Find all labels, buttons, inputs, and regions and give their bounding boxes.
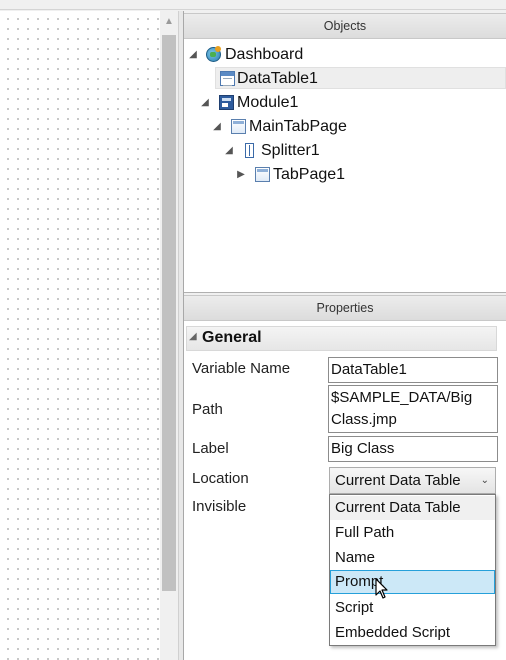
scroll-up-arrow-icon[interactable]: ▲ (160, 15, 178, 29)
tree-node-label: DataTable1 (237, 70, 318, 87)
top-strip (0, 0, 506, 10)
tree-node-datatable1[interactable]: DataTable1 (215, 67, 506, 89)
option-embedded-script[interactable]: Embedded Script (330, 621, 495, 645)
general-section-header[interactable]: ◢ General (186, 326, 497, 351)
location-selected-value: Current Data Table (335, 472, 461, 489)
location-dropdown-list: Current Data Table Full Path Name Prompt… (329, 494, 496, 646)
tree-node-label: Splitter1 (261, 142, 320, 159)
tree-node-label: Module1 (237, 94, 299, 111)
mouse-pointer-icon (375, 578, 388, 599)
expanded-triangle-icon[interactable]: ◢ (200, 92, 210, 114)
tree-node-maintabpage[interactable]: ◢ MainTabPage (212, 116, 412, 138)
tree-node-label: MainTabPage (249, 118, 347, 135)
tree-node-module1[interactable]: ◢ Module1 (200, 92, 400, 114)
path-label: Path (192, 401, 223, 418)
tree-node-tabpage1[interactable]: ▶ TabPage1 (236, 164, 436, 186)
tree-node-label: TabPage1 (273, 166, 346, 183)
variable-name-label: Variable Name (192, 360, 291, 377)
module-icon (219, 95, 234, 110)
option-current-data-table[interactable]: Current Data Table (330, 496, 495, 520)
expanded-triangle-icon[interactable]: ◢ (212, 116, 222, 138)
section-title: General (202, 329, 262, 346)
dashboard-icon (206, 46, 221, 62)
expanded-triangle-icon[interactable]: ◢ (189, 331, 197, 342)
datatable-icon (220, 71, 235, 86)
location-dropdown[interactable]: Current Data Table ⌄ (329, 467, 496, 494)
collapsed-triangle-icon[interactable]: ▶ (236, 164, 246, 186)
properties-panel-header: Properties (184, 295, 506, 321)
chevron-down-icon[interactable]: ⌄ (481, 468, 489, 493)
splitter-icon (245, 143, 254, 158)
invisible-label: Invisible (192, 498, 247, 515)
scrollbar-thumb[interactable] (162, 35, 176, 591)
tree-node-splitter1[interactable]: ◢ Splitter1 (224, 140, 424, 162)
option-script[interactable]: Script (330, 596, 495, 620)
tabpage-icon (231, 119, 246, 134)
tree-node-label: Dashboard (225, 46, 304, 63)
label-field[interactable]: Big Class (328, 436, 498, 462)
tree-node-dashboard[interactable]: ◢ Dashboard (188, 44, 388, 66)
expanded-triangle-icon[interactable]: ◢ (188, 44, 198, 66)
location-label: Location (192, 470, 249, 487)
path-field[interactable]: $SAMPLE_DATA/Big Class.jmp (328, 385, 498, 433)
path-value-line-2: Class.jmp (331, 411, 397, 428)
option-prompt[interactable]: Prompt (330, 570, 495, 594)
design-canvas[interactable] (0, 11, 160, 660)
objects-panel-header: Objects (184, 13, 506, 39)
path-value-line-1: $SAMPLE_DATA/Big (331, 389, 473, 406)
variable-name-field[interactable]: DataTable1 (328, 357, 498, 383)
canvas-vertical-scrollbar[interactable]: ▲ (160, 11, 178, 660)
option-full-path[interactable]: Full Path (330, 521, 495, 545)
expanded-triangle-icon[interactable]: ◢ (224, 140, 234, 162)
label-label: Label (192, 440, 229, 457)
option-name[interactable]: Name (330, 546, 495, 570)
tabpage-icon (255, 167, 270, 182)
